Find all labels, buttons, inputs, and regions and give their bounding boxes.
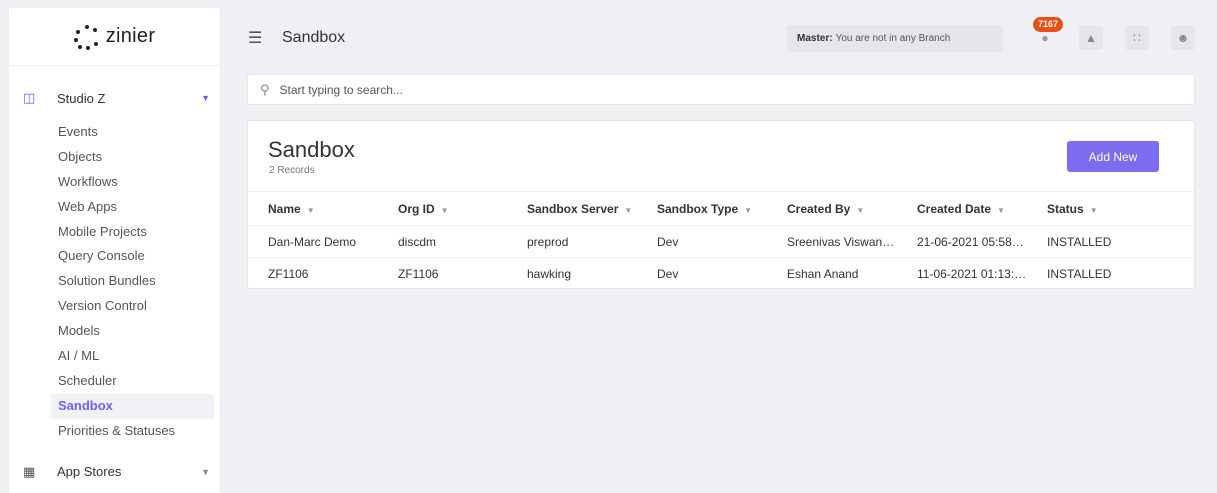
cell-created-by: Sreenivas Viswanath...: [767, 225, 897, 258]
sandbox-card: Sandbox 2 Records Add New Name ▼ Org ID ▼ …: [247, 120, 1195, 290]
sidebar: zinier ◫ Studio Z ▼ Events Objects Workf…: [9, 8, 221, 493]
sort-caret-icon: ▼: [1089, 205, 1098, 215]
lightbulb-icon: ●: [1041, 31, 1049, 45]
grid-icon: ∷: [1133, 31, 1141, 45]
table-row[interactable]: Dan-Marc Demo discdm preprod Dev Sreeniv…: [248, 225, 1194, 258]
sidebar-item-query-console[interactable]: Query Console: [51, 244, 214, 269]
column-header-org-id[interactable]: Org ID ▼: [378, 191, 507, 226]
column-header-sandbox-server[interactable]: Sandbox Server ▼: [507, 191, 637, 226]
cell-sandbox-server: hawking: [507, 257, 637, 290]
card-title: Sandbox: [268, 137, 355, 162]
top-header: ☰ Sandbox Master: You are not in any Bra…: [222, 8, 1217, 68]
bell-icon: ▲: [1085, 31, 1097, 45]
sort-caret-icon: ▼: [306, 205, 315, 215]
sidebar-item-events[interactable]: Events: [51, 120, 214, 145]
sidebar-item-web-apps[interactable]: Web Apps: [51, 195, 214, 220]
sidebar-item-sandbox[interactable]: Sandbox: [51, 393, 214, 419]
sort-caret-icon: ▼: [997, 205, 1005, 215]
user-avatar-button[interactable]: ☻: [1171, 26, 1195, 50]
branch-label: Master:: [797, 32, 833, 44]
sort-caret-icon: ▼: [856, 205, 865, 215]
chevron-down-icon: ▼: [201, 93, 210, 103]
sort-caret-icon: ▼: [624, 205, 633, 215]
branch-indicator[interactable]: Master: You are not in any Branch: [787, 24, 1003, 52]
monitor-icon: ◫: [23, 90, 36, 105]
sidebar-nav: Events Objects Workflows Web Apps Mobile…: [9, 120, 220, 444]
sidebar-section-label: App Stores: [57, 464, 122, 480]
hamburger-menu-icon[interactable]: ☰: [248, 28, 270, 48]
branch-text: You are not in any Branch: [835, 32, 951, 44]
table-header-row: Name ▼ Org ID ▼ Sandbox Server ▼ Sandbox Ty…: [248, 191, 1194, 226]
notifications-bulb-button[interactable]: ● 7167: [1033, 17, 1064, 50]
logo-text: zinier: [105, 25, 156, 47]
sidebar-section-studio-z[interactable]: ◫ Studio Z ▼: [9, 76, 220, 120]
cell-sandbox-type: Dev: [637, 257, 767, 290]
bell-button[interactable]: ▲: [1079, 26, 1103, 50]
column-header-created-date[interactable]: Created Date ▼: [897, 191, 1027, 226]
column-header-status[interactable]: Status ▼: [1027, 191, 1194, 226]
column-header-sandbox-type[interactable]: Sandbox Type ▼: [637, 191, 767, 226]
search-bar[interactable]: ⚲: [247, 74, 1195, 105]
sidebar-item-workflows[interactable]: Workflows: [51, 170, 214, 195]
logo[interactable]: zinier: [9, 8, 220, 66]
cell-created-by: Eshan Anand: [767, 257, 897, 290]
record-count: 2 Records: [269, 165, 315, 176]
sort-caret-icon: ▼: [744, 205, 753, 215]
apps-grid-button[interactable]: ∷: [1125, 26, 1149, 50]
cell-org-id: discdm: [378, 225, 507, 258]
cell-org-id: ZF1106: [378, 257, 507, 290]
sidebar-item-objects[interactable]: Objects: [51, 145, 214, 170]
cell-status: INSTALLED: [1027, 257, 1194, 290]
sidebar-item-solution-bundles[interactable]: Solution Bundles: [51, 269, 214, 294]
notification-count-badge: 7167: [1033, 17, 1064, 32]
page-title: Sandbox: [282, 29, 346, 46]
cell-sandbox-type: Dev: [637, 225, 767, 258]
cell-created-date: 21-06-2021 05:58:19: [897, 225, 1027, 258]
sidebar-item-version-control[interactable]: Version Control: [51, 294, 214, 319]
search-icon: ⚲: [260, 81, 270, 97]
search-input[interactable]: [279, 82, 1194, 97]
cell-name: Dan-Marc Demo: [248, 225, 378, 258]
add-new-button[interactable]: Add New: [1067, 141, 1159, 172]
sidebar-item-priorities-statuses[interactable]: Priorities & Statuses: [51, 419, 214, 444]
cell-created-date: 11-06-2021 01:13:29: [897, 257, 1027, 290]
sort-caret-icon: ▼: [440, 205, 449, 215]
sidebar-section-app-stores[interactable]: ▦ App Stores ▼: [9, 450, 220, 493]
column-header-created-by[interactable]: Created By ▼: [767, 191, 897, 226]
cell-name: ZF1106: [248, 257, 378, 290]
store-icon: ▦: [23, 463, 36, 479]
sidebar-item-ai-ml[interactable]: AI / ML: [51, 344, 214, 369]
cell-status: INSTALLED: [1027, 225, 1194, 258]
cell-sandbox-server: preprod: [507, 225, 637, 258]
sidebar-section-label: Studio Z: [57, 90, 106, 106]
zinier-logo-icon: [73, 24, 100, 50]
user-icon: ☻: [1176, 31, 1190, 45]
sidebar-item-scheduler[interactable]: Scheduler: [51, 369, 214, 394]
sandbox-table: Name ▼ Org ID ▼ Sandbox Server ▼ Sandbox Ty…: [248, 191, 1194, 290]
table-row[interactable]: ZF1106 ZF1106 hawking Dev Eshan Anand 11…: [248, 257, 1194, 290]
sidebar-item-models[interactable]: Models: [51, 319, 214, 344]
sidebar-item-mobile-projects[interactable]: Mobile Projects: [51, 220, 214, 245]
column-header-name[interactable]: Name ▼: [248, 191, 378, 226]
chevron-down-icon: ▼: [201, 466, 210, 477]
